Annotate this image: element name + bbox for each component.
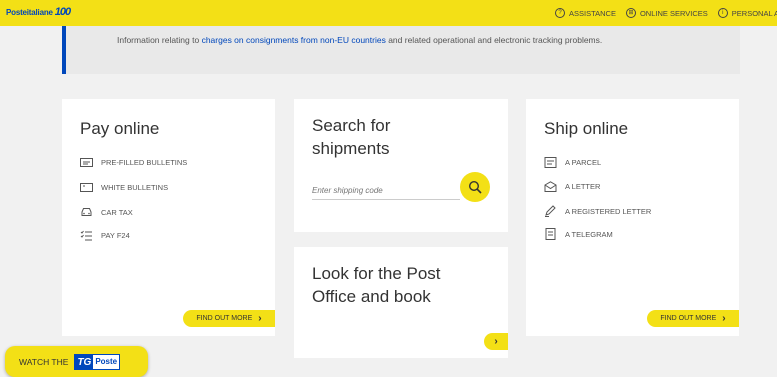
post-office-card: Look for the Post Office and book › [294,247,508,358]
search-title: Search for shipments [312,114,390,160]
header-nav: ? ASSISTANCE ⊞ ONLINE SERVICES i PERSONA… [555,8,777,18]
white-bulletin-icon [80,182,93,192]
pay-item-label: CAR TAX [101,207,133,217]
banner-text-before: Information relating to [117,35,202,45]
pay-item-car-tax[interactable]: CAR TAX [80,207,133,217]
search-title-line1: Search for [312,116,391,135]
pay-item-f24[interactable]: PAY F24 [80,230,130,240]
logo-badge: 100 [54,6,71,18]
chevron-right-icon: › [258,313,262,324]
ship-item-telegram[interactable]: A TELEGRAM [544,228,613,240]
nav-personal-area[interactable]: i PERSONAL AREA [717,8,777,18]
ship-button-label: FIND OUT MORE [660,315,717,322]
nav-assistance-label: ASSISTANCE [569,8,616,18]
ship-online-title: Ship online [544,119,629,138]
nav-online-services-label: ONLINE SERVICES [639,8,708,18]
ship-item-label: A TELEGRAM [565,229,613,239]
pay-online-title: Pay online [80,119,160,138]
search-title-line2: shipments [312,139,390,158]
pay-online-card: Pay online PRE-FILLED BULLETINS WHITE BU… [62,99,275,336]
nav-online-services[interactable]: ⊞ ONLINE SERVICES [625,8,708,18]
ship-item-label: A LETTER [565,181,601,191]
info-banner: Information relating to charges on consi… [62,26,740,74]
shipping-code-input[interactable] [312,182,460,200]
top-bar: Posteitaliane 100 ? ASSISTANCE ⊞ ONLINE … [0,0,777,26]
nav-assistance[interactable]: ? ASSISTANCE [555,8,616,18]
user-icon: i [717,8,728,18]
ship-item-label: A REGISTERED LETTER [565,206,652,216]
tg-logo-part: TG [75,354,94,369]
pay-find-out-more-button[interactable]: FIND OUT MORE › [183,310,275,327]
banner-link[interactable]: charges on consignments from non-EU coun… [202,35,386,45]
banner-text: Information relating to charges on consi… [117,35,602,45]
ship-online-card: Ship online A PARCEL A LETTER A REGISTER… [526,99,739,336]
question-icon: ? [555,8,565,18]
pay-item-label: PAY F24 [101,230,130,240]
ship-item-parcel[interactable]: A PARCEL [544,156,602,168]
telegram-icon [544,228,557,240]
pay-item-prefilled[interactable]: PRE-FILLED BULLETINS [80,157,187,167]
checklist-icon [80,230,93,240]
logo-text: Posteitaliane [6,7,53,17]
banner-text-after: and related operational and electronic t… [385,35,603,45]
bulletin-icon [80,157,93,167]
ship-item-letter[interactable]: A LETTER [544,180,601,192]
ship-find-out-more-button[interactable]: FIND OUT MORE › [647,310,739,327]
poste-logo-part: Poste [95,357,118,366]
ship-item-label: A PARCEL [565,157,602,167]
watch-tg-poste-button[interactable]: WATCH THE TG Poste [5,346,148,377]
pay-item-label: WHITE BULLETINS [101,182,169,192]
nav-personal-area-label: PERSONAL AREA [731,8,777,18]
pen-icon [544,205,557,217]
post-office-arrow-button[interactable]: › [484,333,508,350]
pay-item-white[interactable]: WHITE BULLETINS [80,182,168,192]
parcel-icon [544,156,557,168]
banner-accent-bar [62,26,66,74]
poste-logo[interactable]: Posteitaliane 100 [6,6,71,18]
post-office-title-line1: Look for the Post [312,264,441,283]
post-office-title-line2: Office and book [312,287,431,306]
search-icon [468,180,482,194]
tg-poste-logo: TG Poste [74,353,121,370]
post-office-title: Look for the Post Office and book [312,262,441,308]
chevron-right-icon: › [722,313,726,324]
watch-label: WATCH THE [19,356,69,367]
search-shipments-card: Search for shipments [294,99,508,232]
grid-icon: ⊞ [625,8,636,18]
envelope-icon [544,180,557,192]
ship-item-registered[interactable]: A REGISTERED LETTER [544,205,652,217]
chevron-right-icon: › [494,336,498,347]
pay-button-label: FIND OUT MORE [196,315,253,322]
car-icon [80,207,93,217]
search-button[interactable] [460,172,490,202]
pay-item-label: PRE-FILLED BULLETINS [101,157,188,167]
